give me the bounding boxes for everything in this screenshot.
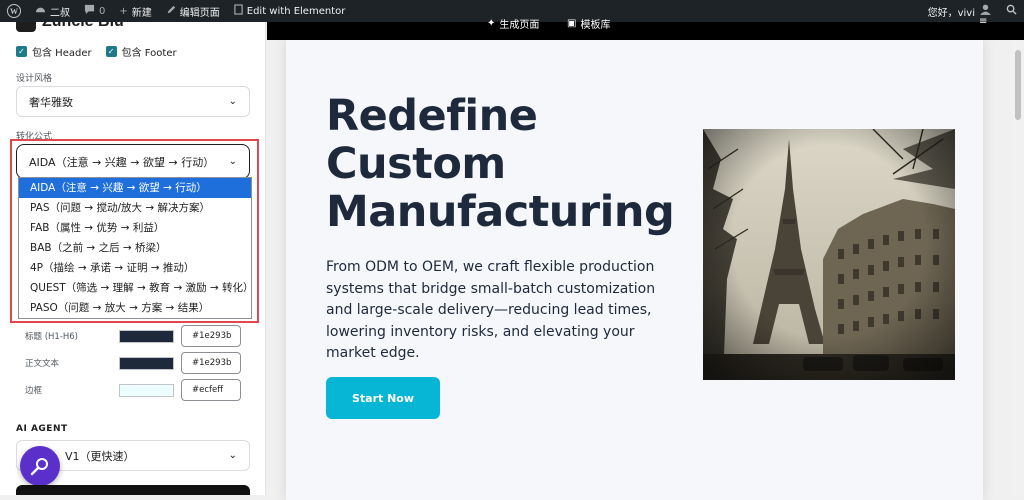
preview-scrollbar[interactable] <box>1012 40 1024 495</box>
design-style-value: 奢华雅致 <box>29 95 73 109</box>
search-icon <box>1006 4 1017 18</box>
comment-icon <box>84 4 95 18</box>
nav-template-library[interactable]: ▣ 模板库 <box>567 16 610 31</box>
landing-page-preview: Redefine Custom Manufacturing From ODM t… <box>286 40 983 500</box>
color-swatch[interactable] <box>119 383 174 397</box>
chevron-down-icon: ⌄ <box>228 450 237 461</box>
brand-logo: Zuncle Biu <box>16 22 124 32</box>
color-hex-input[interactable]: #ecfeff <box>181 379 241 401</box>
scrollbar-thumb[interactable] <box>1015 50 1021 120</box>
elementor-icon <box>234 4 243 18</box>
brand-name: Zuncle Biu <box>42 22 124 31</box>
magic-wand-icon <box>30 458 48 476</box>
sparkle-icon: ✦ <box>487 18 496 29</box>
admin-search[interactable] <box>999 0 1024 22</box>
color-label: 标题 (H1-H6) <box>25 332 79 342</box>
elementor-label: Edit with Elementor <box>246 5 346 17</box>
wordpress-icon: W <box>7 4 21 18</box>
generate-button[interactable] <box>16 485 250 495</box>
include-footer-label: 包含 Footer <box>121 48 177 59</box>
include-header-label: 包含 Header <box>32 48 92 59</box>
comments-count: 0 <box>99 5 106 17</box>
checkmark-icon: ✓ <box>105 46 117 57</box>
chevron-down-icon: ⌄ <box>228 96 237 107</box>
nav-generate-page[interactable]: ✦ 生成页面 <box>487 16 539 31</box>
color-swatch[interactable] <box>119 329 174 343</box>
edit-page-link[interactable]: 编辑页面 <box>159 0 227 22</box>
brand-logo-icon <box>16 22 36 32</box>
color-row-body: 正文文本 #1e293b <box>25 352 241 374</box>
hero-headline: Redefine Custom Manufacturing <box>326 92 686 236</box>
checkmark-icon: ✓ <box>16 46 27 57</box>
dashboard-icon <box>35 4 46 18</box>
color-swatch[interactable] <box>119 356 174 370</box>
include-footer-checkbox[interactable]: ✓ 包含 Footer <box>105 44 177 59</box>
nav-settings[interactable]: ≡ <box>979 16 987 27</box>
eiffel-tower-photo <box>703 129 955 380</box>
include-header-checkbox[interactable]: ✓ 包含 Header <box>16 44 92 59</box>
site-name: 二叔 <box>50 7 70 19</box>
comments-menu[interactable]: 0 <box>77 0 112 22</box>
settings-sidebar: Zuncle Biu ✓ 包含 Header ✓ 包含 Footer 设计风格 … <box>0 22 266 495</box>
color-label: 正文文本 <box>25 359 60 369</box>
new-label: 新建 <box>131 7 152 19</box>
library-icon: ▣ <box>567 18 577 29</box>
sliders-icon: ≡ <box>979 16 988 27</box>
color-hex-input[interactable]: #1e293b <box>181 352 241 374</box>
agent-value: V1（更快速） <box>65 449 135 463</box>
new-content-menu[interactable]: + 新建 <box>112 0 158 22</box>
start-now-button[interactable]: Start Now <box>326 377 440 419</box>
design-style-label: 设计风格 <box>16 74 53 84</box>
headline-line: Custom <box>326 139 506 189</box>
pencil-icon <box>166 5 176 18</box>
highlight-annotation-box <box>10 139 259 323</box>
color-row-heading: 标题 (H1-H6) #1e293b <box>25 325 241 347</box>
color-row-border: 边框 #ecfeff <box>25 379 241 401</box>
color-hex-input[interactable]: #1e293b <box>181 325 241 347</box>
ai-agent-button[interactable] <box>20 446 60 486</box>
hero-paragraph: From ODM to OEM, we craft flexible produ… <box>326 259 656 361</box>
headline-line: Manufacturing <box>326 187 675 237</box>
color-label: 边框 <box>25 386 43 396</box>
edit-page-label: 编辑页面 <box>179 7 220 19</box>
site-name-menu[interactable]: 二叔 <box>28 0 77 22</box>
design-style-select[interactable]: 奢华雅致 ⌄ <box>16 86 250 117</box>
wp-logo-menu[interactable]: W <box>0 0 28 22</box>
headline-line: Redefine <box>326 91 538 141</box>
nav-template-label: 模板库 <box>580 20 611 31</box>
agent-label: AI AGENT <box>16 424 68 434</box>
greeting: 您好，vivi <box>927 7 975 19</box>
preview-area: ✦ 生成页面 ▣ 模板库 ≡ Redefine Custom Manufactu… <box>267 16 1024 500</box>
elementor-link[interactable]: Edit with Elementor <box>227 0 353 22</box>
plus-icon: + <box>119 5 128 17</box>
preview-top-nav: ✦ 生成页面 ▣ 模板库 ≡ <box>267 16 1024 40</box>
nav-generate-label: 生成页面 <box>499 20 540 31</box>
